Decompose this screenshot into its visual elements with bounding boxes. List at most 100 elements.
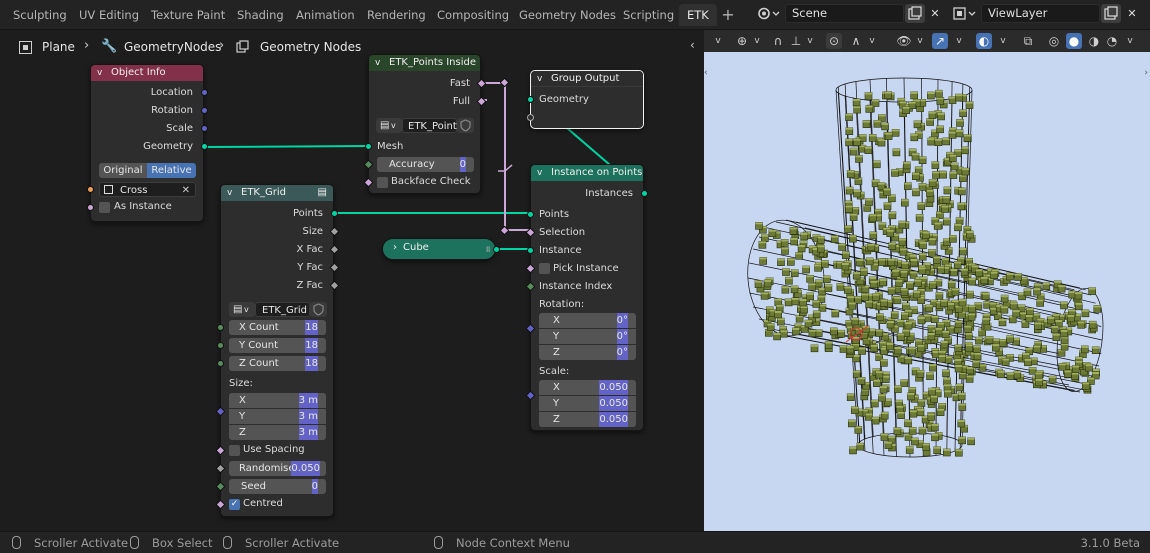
socket-instance[interactable] [527,247,534,254]
socket-object[interactable] [87,186,94,193]
socket-rotation[interactable] [525,323,536,334]
expand-chevron-icon[interactable]: › [393,242,397,253]
y-count-field[interactable]: Y Count 18 [229,338,326,353]
size-x-field[interactable]: X 3 m [229,393,326,408]
view-layer-browse-icon[interactable] [951,4,977,23]
mode-original-button[interactable]: Original [99,163,147,178]
cube-node[interactable]: › Cube ॥ [382,238,500,260]
tab-animation[interactable]: Animation [288,4,363,26]
group-name-field[interactable]: ETK_Grid [255,302,310,317]
socket-as-instance[interactable] [87,204,94,211]
tab-uv-editing[interactable]: UV Editing [71,4,147,26]
tab-etk[interactable]: ETK [679,4,717,26]
collapse-sidebar-icon[interactable]: ‹ [690,38,695,52]
socket-backface[interactable] [363,177,374,188]
socket-scale[interactable] [201,125,208,132]
collapse-chevron-icon[interactable]: v [537,71,542,86]
socket-instances[interactable] [641,190,648,197]
backface-checkbox[interactable] [377,177,388,188]
breadcrumb-object[interactable]: Plane [42,40,75,54]
object-info-node[interactable]: v Object Info Location Rotation Scale Geo… [87,64,208,222]
rotation-y-field[interactable]: Y 0° [539,329,636,344]
instance-on-points-node[interactable]: v Instance on Points Instances Points Sel… [525,164,648,431]
socket-scale[interactable] [525,390,536,401]
group-browse-icon[interactable]: ▤ v [376,118,402,133]
etk-grid-header[interactable]: v ETK_Grid ▤ [221,185,333,201]
reroute-point[interactable] [499,77,510,88]
socket-points-in[interactable] [527,211,534,218]
socket-z-fac[interactable] [329,280,340,291]
socket-use-spacing[interactable] [215,445,226,456]
clear-object-icon[interactable]: ✕ [182,183,190,198]
node-editor[interactable]: Plane › 🔧 GeometryNodes › Geometry Nodes… [0,30,704,531]
reroute-point[interactable] [499,225,510,236]
randomise-field[interactable]: Randomise 0.050 [229,461,326,476]
tab-geometry-nodes[interactable]: Geometry Nodes [511,4,624,26]
tab-compositing[interactable]: Compositing [429,4,517,26]
socket-fast[interactable] [476,78,487,89]
etk-points-inside-node[interactable]: v ETK_Points Inside ... Fast Full ▤ v ETK_… [363,54,487,194]
accuracy-field[interactable]: Accuracy 0 [377,157,474,172]
as-instance-checkbox[interactable] [99,202,110,213]
socket-x-count[interactable] [217,324,224,331]
socket-randomise[interactable] [215,463,226,474]
etk-points-header[interactable]: v ETK_Points Inside ... [369,55,480,71]
collapse-chevron-icon[interactable]: v [97,65,102,81]
new-view-layer-icon[interactable] [1101,4,1121,23]
socket-full[interactable] [476,96,487,107]
socket-accuracy[interactable] [363,159,374,170]
fake-user-shield-icon[interactable] [457,118,474,133]
socket-output-geometry[interactable] [527,96,534,103]
collapse-chevron-icon[interactable]: v [537,165,542,181]
socket-points[interactable] [331,210,338,217]
instance-on-points-header[interactable]: v Instance on Points [531,165,643,181]
socket-instance-index[interactable] [525,281,536,292]
pick-instance-checkbox[interactable] [539,263,550,274]
socket-empty[interactable] [527,114,534,121]
delete-view-layer-icon[interactable]: ✕ [1124,4,1140,23]
breadcrumb-tree[interactable]: Geometry Nodes [260,40,361,54]
tab-scripting[interactable]: Scripting [615,4,682,26]
socket-centred[interactable] [215,499,226,510]
object-field[interactable]: Cross ✕ [99,182,196,197]
socket-size[interactable] [329,226,340,237]
socket-x-fac[interactable] [329,244,340,255]
delete-scene-icon[interactable]: ✕ [927,4,943,23]
rotation-x-field[interactable]: X 0° [539,313,636,328]
socket-rotation[interactable] [201,107,208,114]
scale-z-field[interactable]: Z 0.050 [539,412,636,427]
centred-checkbox[interactable]: ✓ [229,499,240,510]
size-z-field[interactable]: Z 3 m [229,425,326,440]
socket-z-count[interactable] [217,360,224,367]
tab-texture-paint[interactable]: Texture Paint [143,4,233,26]
breadcrumb-modifier[interactable]: GeometryNodes [124,40,221,54]
socket-selection[interactable] [525,227,536,238]
object-info-header[interactable]: v Object Info [91,65,203,81]
3d-viewport[interactable]: v ⊕ v ∩ ⊥ v ⊙ ∧ v 👁 v ↗ v ◐ v ⧉ ◎ ● ◑ ◔ … [704,30,1150,531]
scene-name-field[interactable]: Scene [785,4,904,23]
scale-y-field[interactable]: Y 0.050 [539,396,636,411]
socket-geometry[interactable] [201,143,208,150]
tab-sculpting[interactable]: Sculpting [5,4,75,26]
drag-handle-icon[interactable]: ॥ [485,242,490,255]
socket-mesh[interactable] [365,143,372,150]
new-scene-icon[interactable] [905,4,925,23]
socket-cube-mesh[interactable] [493,246,500,253]
view-layer-name-field[interactable]: ViewLayer [981,4,1100,23]
scene-browse-icon[interactable] [755,4,781,23]
group-browse-icon[interactable]: ▤ v [229,302,255,317]
socket-y-fac[interactable] [329,262,340,273]
socket-location[interactable] [201,89,208,96]
tab-shading[interactable]: Shading [229,4,292,26]
etk-grid-node[interactable]: v ETK_Grid ▤ Points Size X Fac Y Fac Z Fac… [215,184,340,517]
socket-seed[interactable] [215,481,226,492]
seed-field[interactable]: Seed 0 [229,479,326,494]
group-output-header[interactable]: v Group Output [531,71,643,87]
x-count-field[interactable]: X Count 18 [229,320,326,335]
socket-size-vector[interactable] [215,406,226,417]
use-spacing-checkbox[interactable] [229,445,240,456]
group-name-field[interactable]: ETK_Point... [402,118,466,133]
socket-y-count[interactable] [217,342,224,349]
socket-pick-instance[interactable] [525,263,536,274]
size-y-field[interactable]: Y 3 m [229,409,326,424]
